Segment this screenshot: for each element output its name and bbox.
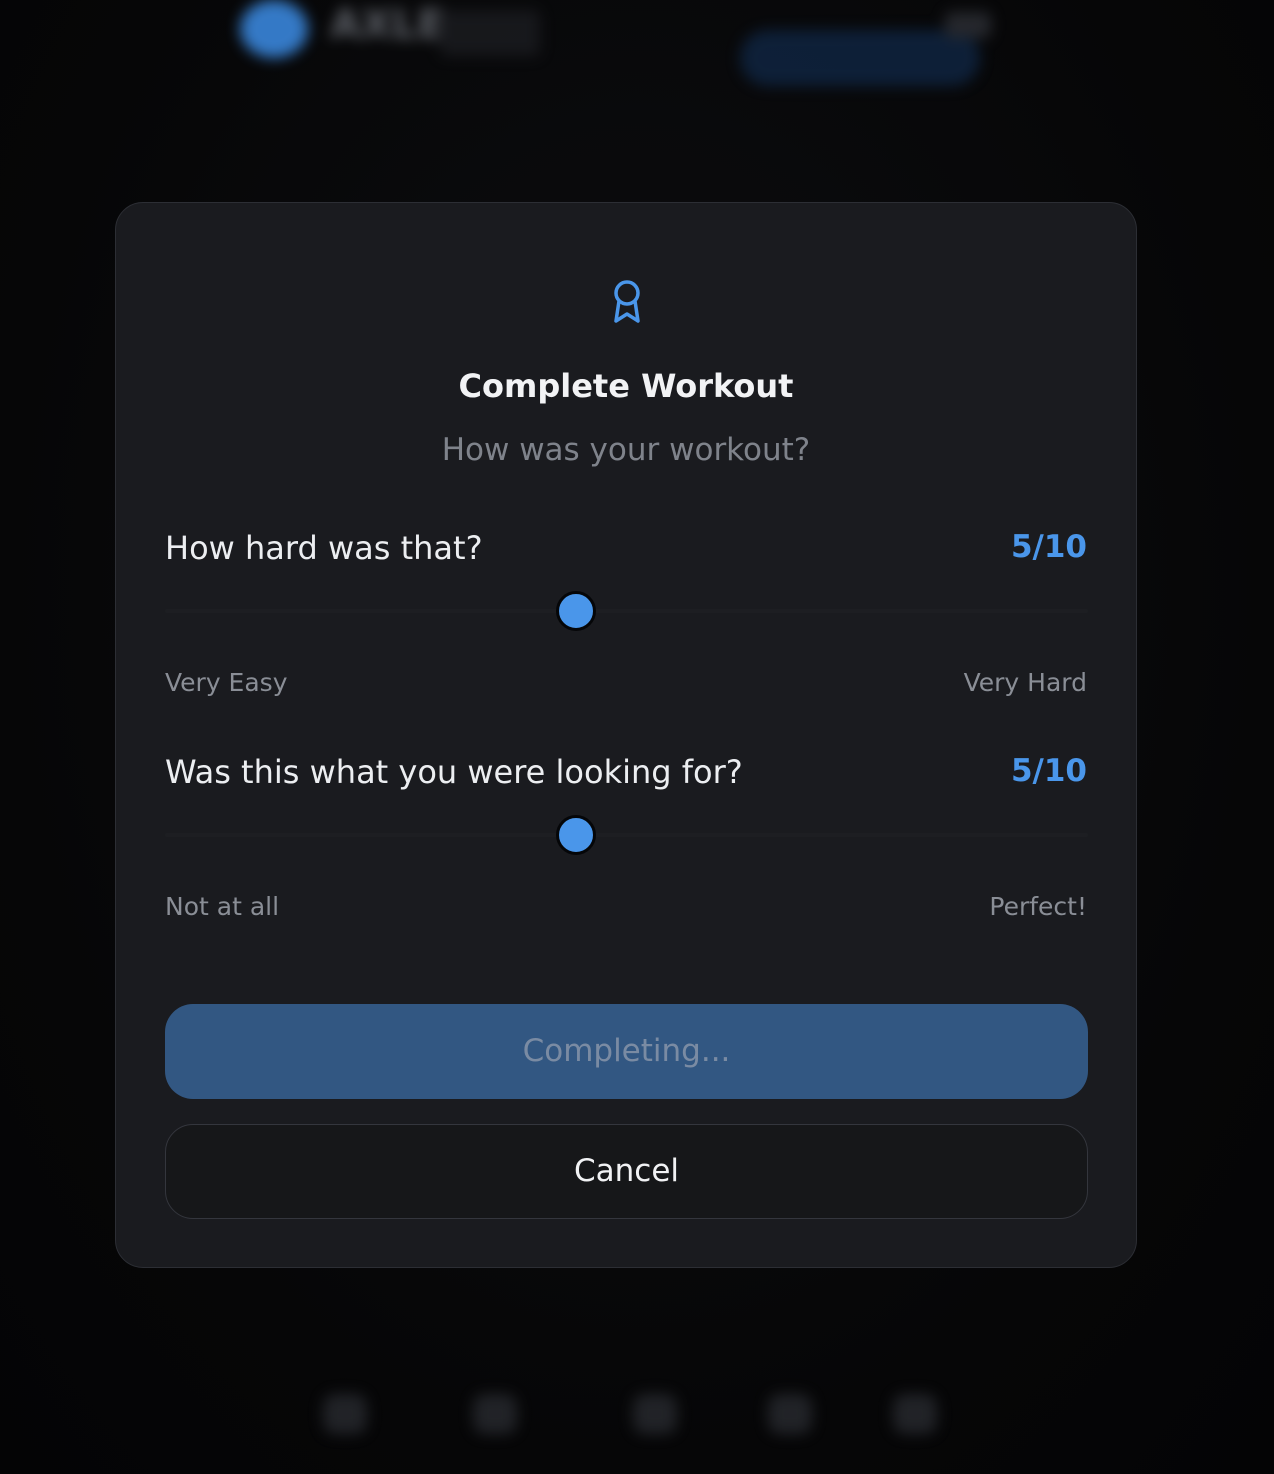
difficulty-min-label: Very Easy [165,668,288,697]
difficulty-slider-thumb[interactable] [556,591,597,631]
difficulty-score: 5/10 [1010,529,1087,565]
home-icon [323,1394,367,1434]
app-brand: AXLE [330,2,445,48]
more-icon [893,1394,937,1434]
app-brand-blur [440,10,540,56]
satisfaction-question: Was this what you were looking for? [165,753,743,791]
cancel-button[interactable]: Cancel [165,1124,1088,1219]
header-pill [740,30,980,86]
difficulty-max-label: Very Hard [963,668,1087,697]
dialog-subtitle: How was your workout? [441,432,811,468]
award-icon [614,280,640,323]
dialog-title: Complete Workout [458,367,794,405]
dumbbell-icon [473,1394,517,1434]
app-logo-icon [240,0,308,58]
nav-item-history [600,1394,710,1442]
complete-workout-dialog: Complete Workout How was your workout? H… [115,202,1137,1268]
nav-item-workout [440,1394,550,1442]
satisfaction-score: 5/10 [1010,753,1087,789]
satisfaction-max-label: Perfect! [989,892,1087,921]
satisfaction-min-label: Not at all [165,892,280,921]
satisfaction-slider-track[interactable] [165,833,1088,837]
trophy-icon [768,1394,812,1434]
satisfaction-slider-thumb[interactable] [556,815,597,855]
header-chip [945,12,991,38]
difficulty-slider-track[interactable] [165,609,1088,613]
nav-item-trophy [735,1394,845,1442]
nav-item-home [290,1394,400,1442]
bottom-nav [290,1384,990,1474]
calendar-icon [633,1394,677,1434]
complete-button[interactable]: Completing... [165,1004,1088,1099]
difficulty-question: How hard was that? [165,529,483,567]
difficulty-slider[interactable] [165,589,1088,633]
satisfaction-slider[interactable] [165,813,1088,857]
nav-item-more [860,1394,970,1442]
